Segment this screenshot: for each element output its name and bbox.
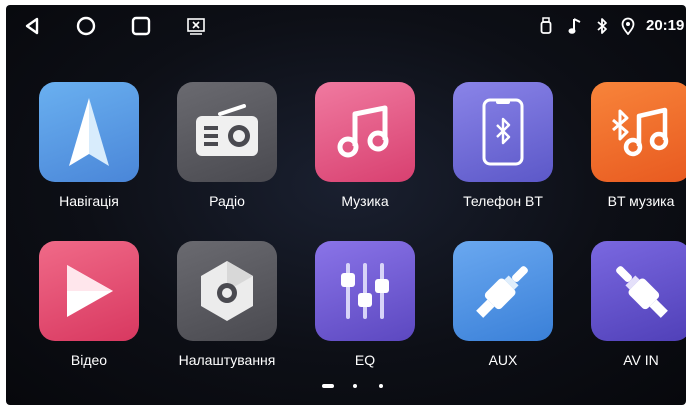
radio-icon bbox=[177, 82, 277, 182]
location-icon bbox=[619, 16, 637, 36]
navigation-icon bbox=[39, 82, 139, 182]
music-note-icon bbox=[566, 16, 584, 36]
app-label: Відео bbox=[70, 352, 108, 368]
app-label: BT музика bbox=[607, 193, 675, 209]
play-icon bbox=[39, 241, 139, 341]
app-label: AV IN bbox=[623, 352, 659, 368]
app-navigation[interactable]: Навігація bbox=[29, 82, 149, 210]
home-screen: 20:19 Навігація Радіо Музика Телефон BT … bbox=[6, 5, 686, 405]
app-music[interactable]: Музика bbox=[305, 82, 425, 210]
equalizer-icon bbox=[315, 241, 415, 341]
aux-jack-icon bbox=[453, 241, 553, 341]
back-icon[interactable] bbox=[18, 13, 46, 39]
app-bt-music[interactable]: BT музика bbox=[581, 82, 686, 210]
status-bar: 20:19 bbox=[6, 5, 686, 47]
screen-mirror-icon[interactable] bbox=[182, 13, 210, 39]
app-radio[interactable]: Радіо bbox=[167, 82, 287, 210]
home-icon[interactable] bbox=[72, 13, 100, 39]
clock: 20:19 bbox=[646, 17, 685, 34]
app-bt-phone[interactable]: Телефон BT bbox=[443, 82, 563, 210]
av-jack-icon bbox=[591, 241, 686, 341]
app-settings[interactable]: Налаштування bbox=[167, 241, 287, 369]
bluetooth-phone-icon bbox=[453, 82, 553, 182]
app-label: EQ bbox=[354, 352, 376, 368]
bluetooth-icon bbox=[593, 16, 611, 36]
settings-icon bbox=[177, 241, 277, 341]
app-label: Радіо bbox=[209, 193, 245, 209]
app-av-in[interactable]: AV IN bbox=[581, 241, 686, 369]
usb-icon bbox=[537, 16, 555, 36]
app-eq[interactable]: EQ bbox=[305, 241, 425, 369]
app-label: Телефон BT bbox=[463, 193, 543, 209]
page-dot[interactable] bbox=[353, 384, 357, 388]
app-label: Навігація bbox=[59, 193, 119, 209]
app-label: Музика bbox=[341, 193, 389, 209]
app-aux[interactable]: AUX bbox=[443, 241, 563, 369]
page-indicator[interactable] bbox=[6, 382, 686, 390]
app-video[interactable]: Відео bbox=[29, 241, 149, 369]
app-label: Налаштування bbox=[178, 352, 276, 368]
page-dot-active[interactable] bbox=[322, 384, 334, 388]
page-dot[interactable] bbox=[379, 384, 383, 388]
bluetooth-music-icon bbox=[591, 82, 686, 182]
app-label: AUX bbox=[488, 352, 518, 368]
music-icon bbox=[315, 82, 415, 182]
recents-icon[interactable] bbox=[127, 13, 155, 39]
